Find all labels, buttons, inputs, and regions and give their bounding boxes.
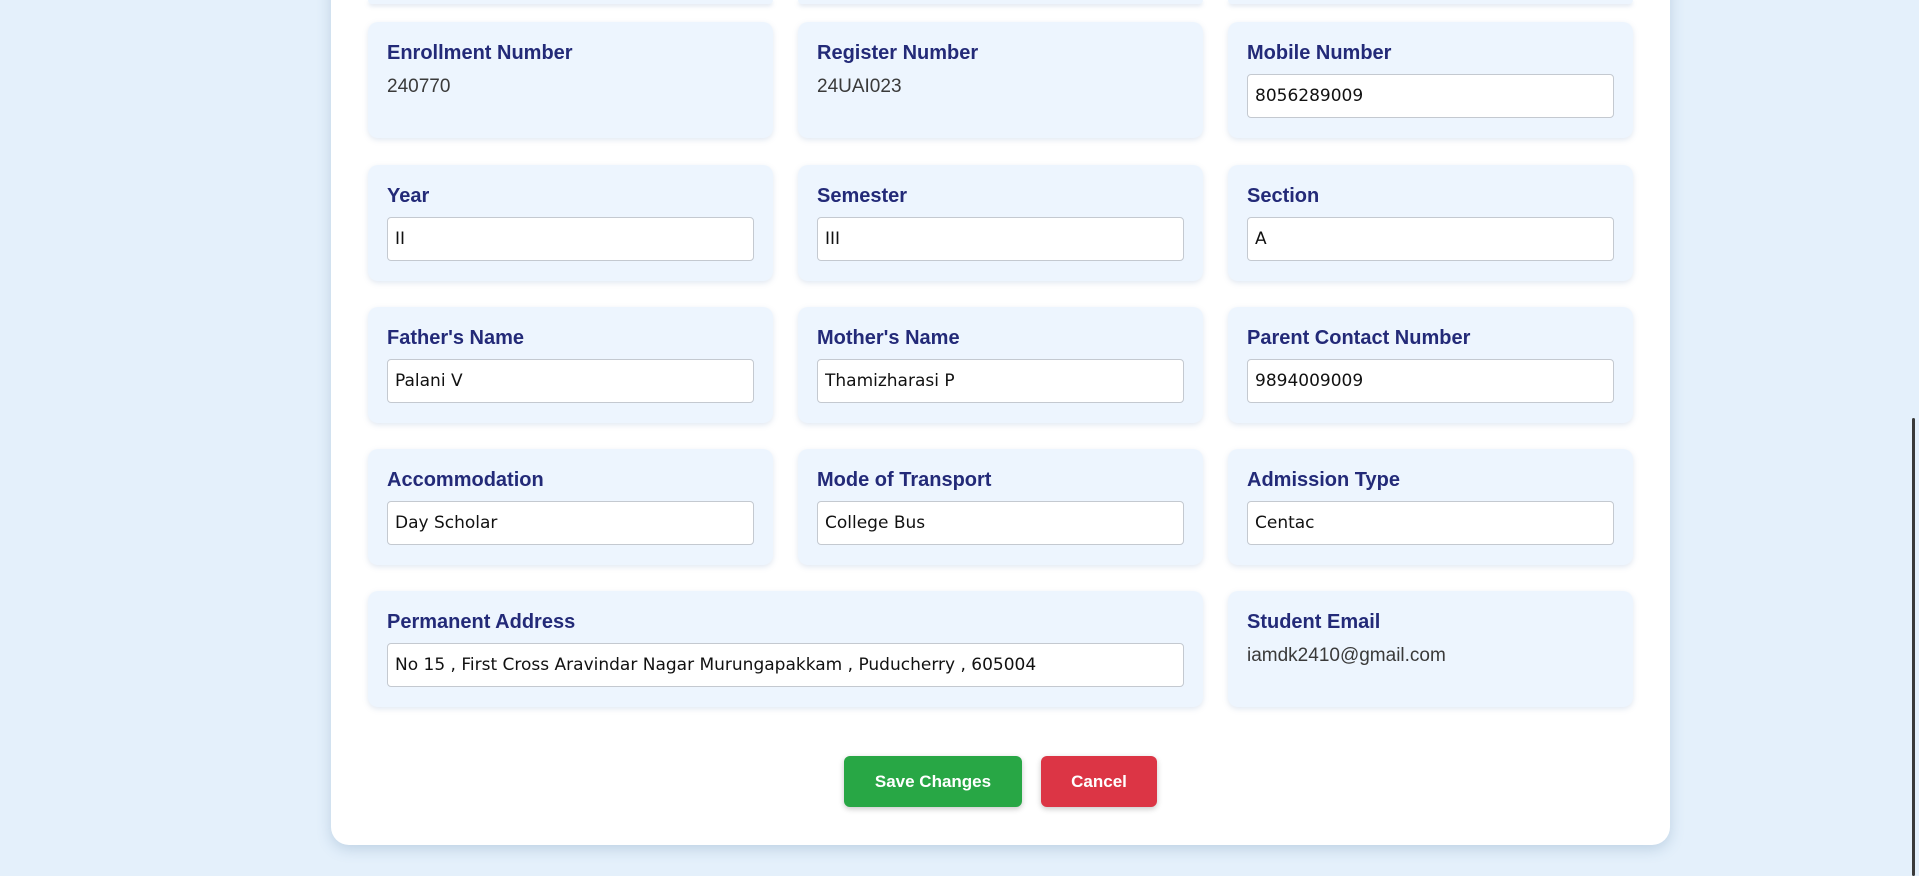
mobile-number-label: Mobile Number	[1247, 42, 1392, 64]
fathers-name-label: Father's Name	[387, 327, 525, 349]
semester-label: Semester	[817, 185, 908, 207]
page-scrollbar-thumb[interactable]	[1912, 418, 1915, 876]
admission-type-field: Admission Type	[1228, 449, 1633, 565]
permanent-address-field: Permanent Address	[368, 591, 1203, 707]
semester-field: Semester	[798, 165, 1203, 281]
section-field: Section	[1228, 165, 1633, 281]
mobile-number-input[interactable]	[1247, 74, 1614, 118]
field-card-remnant	[368, 0, 773, 4]
fathers-name-field: Father's Name	[368, 307, 773, 423]
year-field: Year	[368, 165, 773, 281]
register-number-field: Register Number 24UAI023	[798, 22, 1203, 138]
mode-of-transport-input[interactable]	[817, 501, 1184, 545]
mothers-name-label: Mother's Name	[817, 327, 960, 349]
section-input[interactable]	[1247, 217, 1614, 261]
semester-input[interactable]	[817, 217, 1184, 261]
save-changes-button[interactable]: Save Changes	[844, 756, 1022, 807]
mode-of-transport-label: Mode of Transport	[817, 469, 992, 491]
accommodation-input[interactable]	[387, 501, 754, 545]
mobile-number-field: Mobile Number	[1228, 22, 1633, 138]
permanent-address-input[interactable]	[387, 643, 1184, 687]
field-card-remnant	[1228, 0, 1633, 4]
parent-contact-field: Parent Contact Number	[1228, 307, 1633, 423]
field-card-remnant	[798, 0, 1203, 4]
admission-type-input[interactable]	[1247, 501, 1614, 545]
year-input[interactable]	[387, 217, 754, 261]
year-label: Year	[387, 185, 430, 207]
enrollment-number-field: Enrollment Number 240770	[368, 22, 773, 138]
parent-contact-input[interactable]	[1247, 359, 1614, 403]
accommodation-label: Accommodation	[387, 469, 544, 491]
mothers-name-field: Mother's Name	[798, 307, 1203, 423]
student-email-label: Student Email	[1247, 611, 1381, 633]
mothers-name-input[interactable]	[817, 359, 1184, 403]
register-number-value: 24UAI023	[817, 76, 902, 97]
student-email-value: iamdk2410@gmail.com	[1247, 645, 1446, 666]
enrollment-number-value: 240770	[387, 76, 451, 97]
fathers-name-input[interactable]	[387, 359, 754, 403]
cancel-button[interactable]: Cancel	[1041, 756, 1157, 807]
register-number-label: Register Number	[817, 42, 979, 64]
permanent-address-label: Permanent Address	[387, 611, 576, 633]
admission-type-label: Admission Type	[1247, 469, 1400, 491]
mode-of-transport-field: Mode of Transport	[798, 449, 1203, 565]
accommodation-field: Accommodation	[368, 449, 773, 565]
enrollment-number-label: Enrollment Number	[387, 42, 573, 64]
section-label: Section	[1247, 185, 1320, 207]
parent-contact-label: Parent Contact Number	[1247, 327, 1471, 349]
student-email-field: Student Email iamdk2410@gmail.com	[1228, 591, 1633, 707]
